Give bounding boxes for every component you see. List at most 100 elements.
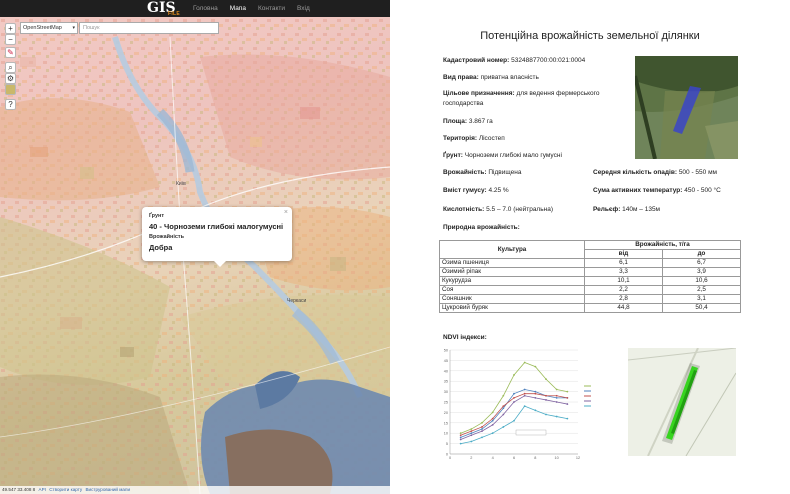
nav-home[interactable]: Головна [193, 0, 218, 17]
data-point [513, 419, 515, 422]
popup-fertility-value: Добра [149, 243, 173, 252]
soil-label: Ґрунт: [443, 152, 463, 159]
land-report: Потенційна врожайність земельної ділянки… [390, 0, 790, 494]
statusbar-link-api[interactable]: API [39, 487, 46, 492]
col-yield-header: Врожайність, т/га [584, 240, 741, 250]
yield-from: 2,8 [584, 294, 663, 304]
purpose-label: Цільове призначення: [443, 90, 515, 97]
yield-to: 3,9 [661, 267, 742, 277]
data-point [555, 415, 558, 418]
y-tick-label: 20 [444, 411, 448, 415]
cadastral-label: Кадастровий номер: [443, 57, 510, 64]
table-row: Соя 2,2 2,5 [439, 285, 742, 295]
data-point [566, 390, 569, 393]
natural-yield-heading: Природна врожайність: [443, 224, 520, 231]
soil-line: Ґрунт: Чорноземи глибокі мало гумусні [443, 152, 562, 159]
y-tick-label: 5 [446, 442, 448, 446]
statusbar-link-create-map[interactable]: Створити карту [49, 487, 82, 492]
humus-line: Вміст гумусу: 4.25 % [443, 187, 509, 194]
y-tick-label: 0 [446, 453, 448, 457]
precip-line: Середня кількість опадів: 500 - 550 мм [593, 169, 717, 176]
relief-label: Рельєф: [593, 206, 621, 213]
data-point [459, 436, 462, 439]
zoom-out-button[interactable]: − [5, 34, 16, 45]
search-zoom-icon[interactable]: ⌕ [5, 62, 16, 73]
draw-icon[interactable]: ✎ [5, 47, 16, 58]
logo[interactable]: GIS FILE [147, 0, 180, 17]
yield-value: Підвищена [488, 169, 522, 176]
yield-from: 3,3 [584, 267, 663, 277]
acidity-line: Кислотність: 5.5 – 7.0 (нейтральна) [443, 206, 553, 213]
settings-icon[interactable]: ⚙ [5, 73, 16, 84]
soil-map[interactable]: + − ✎ ⌕ ⚙ ? OpenStreetMap ▾ Пошук Київ Ч… [0, 17, 390, 494]
precip-value: 500 - 550 мм [678, 169, 718, 176]
humus-label: Вміст гумусу: [443, 187, 487, 194]
data-point [513, 401, 515, 403]
layers-icon[interactable] [5, 84, 16, 95]
series-line [460, 393, 568, 436]
temp-value: 450 - 500 °C [684, 187, 721, 194]
satellite-image [635, 56, 738, 159]
crop-yield-table: Культура Врожайність, т/га від до Озима … [439, 240, 742, 313]
x-tick-label: 4 [492, 456, 494, 460]
cadastral-line: Кадастровий номер: 5324887700:00:021:000… [443, 57, 585, 64]
data-point [502, 413, 505, 416]
cadastral-value: 5324887700:00:021:0004 [511, 57, 586, 64]
statusbar-link-maps[interactable]: Виструрований мапи [85, 487, 130, 492]
data-point [534, 392, 537, 395]
y-tick-label: 25 [444, 401, 448, 405]
data-point [491, 423, 494, 426]
soil-value: Чорноземи глибокі мало гумусні [464, 152, 562, 159]
ndvi-field-map [628, 348, 736, 456]
data-point [481, 430, 483, 433]
base-layer-select[interactable]: OpenStreetMap ▾ [20, 22, 78, 34]
y-tick-label: 50 [444, 349, 448, 353]
data-point [470, 434, 473, 437]
data-point [545, 394, 547, 397]
close-icon[interactable]: × [284, 209, 288, 216]
data-point [555, 401, 558, 403]
area-value: 3.867 га [468, 118, 493, 125]
data-point [534, 409, 537, 412]
x-tick-label: 8 [534, 456, 536, 460]
help-button[interactable]: ? [5, 99, 16, 110]
yield-to: 50,4 [661, 303, 742, 313]
temp-line: Сума активних температур: 450 - 500 °C [593, 187, 721, 194]
data-point [459, 438, 462, 441]
data-point [566, 417, 569, 420]
data-point [481, 421, 483, 424]
table-row: Озимий ріпак 3,3 3,9 [439, 267, 742, 277]
ndvi-heading: NDVI індекси: [443, 334, 487, 341]
yield-to: 2,5 [661, 285, 742, 295]
data-point [534, 396, 537, 399]
nav-contacts[interactable]: Контакти [258, 0, 285, 17]
data-point [491, 432, 494, 435]
search-input[interactable]: Пошук [79, 22, 219, 34]
cursor-coords: 49.547 33.408 8 [2, 487, 36, 492]
series-line [460, 405, 568, 444]
territory-value: Лісостеп [478, 135, 505, 142]
data-point [459, 442, 462, 445]
satellite-photo [635, 56, 738, 159]
data-point [523, 361, 526, 364]
data-point [459, 432, 462, 435]
zoom-in-button[interactable]: + [5, 23, 16, 34]
nav-map[interactable]: Мапа [230, 0, 246, 17]
data-point [502, 407, 505, 410]
popup-soil-label: Ґрунт [149, 213, 165, 219]
popup-fertility-label: Врожайність [149, 234, 185, 240]
yield-line: Врожайність: Підвищена [443, 169, 521, 176]
ndvi-field-image [628, 348, 736, 456]
data-point [470, 428, 473, 430]
territory-label: Територія: [443, 135, 478, 142]
y-tick-label: 45 [444, 359, 448, 363]
table-row: Цукровий буряк 44,8 50,4 [439, 303, 742, 313]
nav-login[interactable]: Вхід [297, 0, 310, 17]
humus-value: 4.25 % [488, 187, 509, 194]
chart-annotation-box [515, 429, 547, 436]
data-point [545, 378, 547, 381]
purpose-line: Цільове призначення: для ведення фермерс… [443, 89, 623, 109]
ndvi-chart: 0 5 10 15 20 25 30 35 40 45 50 0 2 4 6 8 10 12 [438, 346, 603, 464]
natural-yield-heading-text: Природна врожайність: [443, 224, 520, 231]
y-tick-label: 40 [444, 369, 448, 373]
